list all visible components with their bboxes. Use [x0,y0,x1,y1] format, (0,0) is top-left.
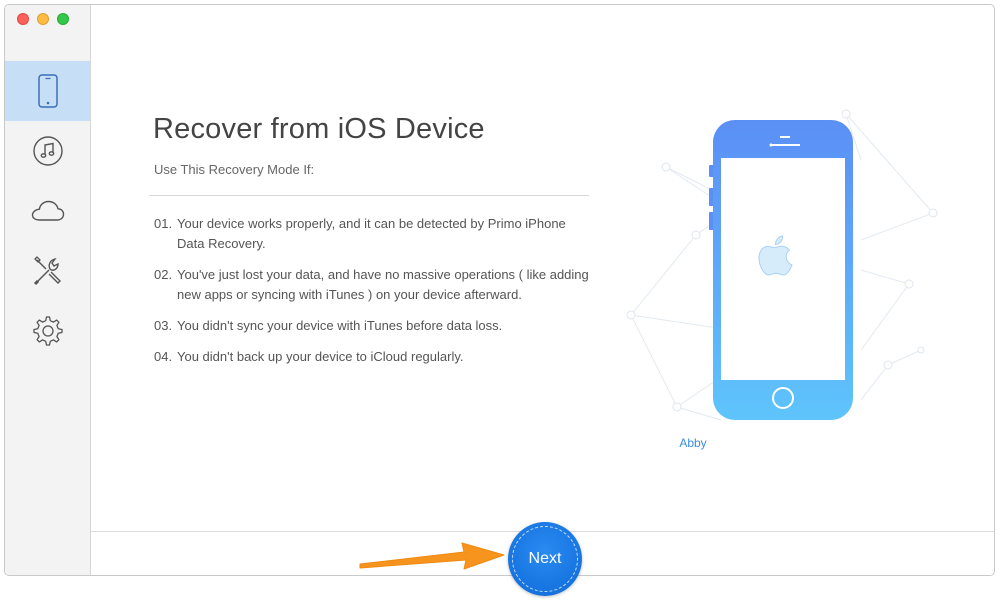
list-item-number: 04. [154,349,173,364]
main-panel: Recover from iOS Device Use This Recover… [91,5,994,575]
list-item: 04. You didn't back up your device to iCl… [154,347,594,367]
cloud-icon [31,200,64,221]
sidebar [5,5,91,575]
sidebar-item-tools[interactable] [5,241,90,301]
recovery-conditions-list: 01. Your device works properly, and it ca… [154,214,594,378]
close-window-button[interactable] [17,13,29,25]
page-title: Recover from iOS Device [153,113,485,145]
iphone-illustration [709,120,853,420]
tools-icon [33,256,61,286]
device-name-label[interactable]: Abby [653,436,733,450]
list-item-number: 01. [154,216,173,231]
list-item: 01. Your device works properly, and it ca… [154,214,594,254]
sidebar-item-settings[interactable] [5,301,90,361]
next-button-label: Next [528,550,562,567]
sidebar-item-icloud[interactable] [5,181,90,241]
list-item-text: You didn't sync your device with iTunes … [177,318,503,333]
list-item-text: You've just lost your data, and have no … [177,267,589,302]
list-item: 03. You didn't sync your device with iTun… [154,316,594,336]
divider [149,195,589,196]
list-item: 02. You've just lost your data, and have … [154,265,594,305]
device-illustration [626,109,938,421]
minimize-window-button[interactable] [37,13,49,25]
list-item-text: Your device works properly, and it can b… [177,216,566,251]
page-subtitle: Use This Recovery Mode If: [154,162,315,177]
list-item-number: 02. [154,267,173,282]
zoom-window-button[interactable] [57,13,69,25]
gear-icon [32,316,63,346]
list-item-number: 03. [154,318,173,333]
app-window: Recover from iOS Device Use This Recover… [4,4,995,576]
music-note-icon [32,136,63,166]
next-button[interactable]: Next [508,522,582,596]
sidebar-item-itunes[interactable] [5,121,90,181]
iphone-icon [37,74,58,108]
list-item-text: You didn't back up your device to iCloud… [177,349,464,364]
window-controls [17,13,69,25]
annotation-arrow-icon [359,542,505,570]
sidebar-item-ios-device[interactable] [5,61,90,121]
